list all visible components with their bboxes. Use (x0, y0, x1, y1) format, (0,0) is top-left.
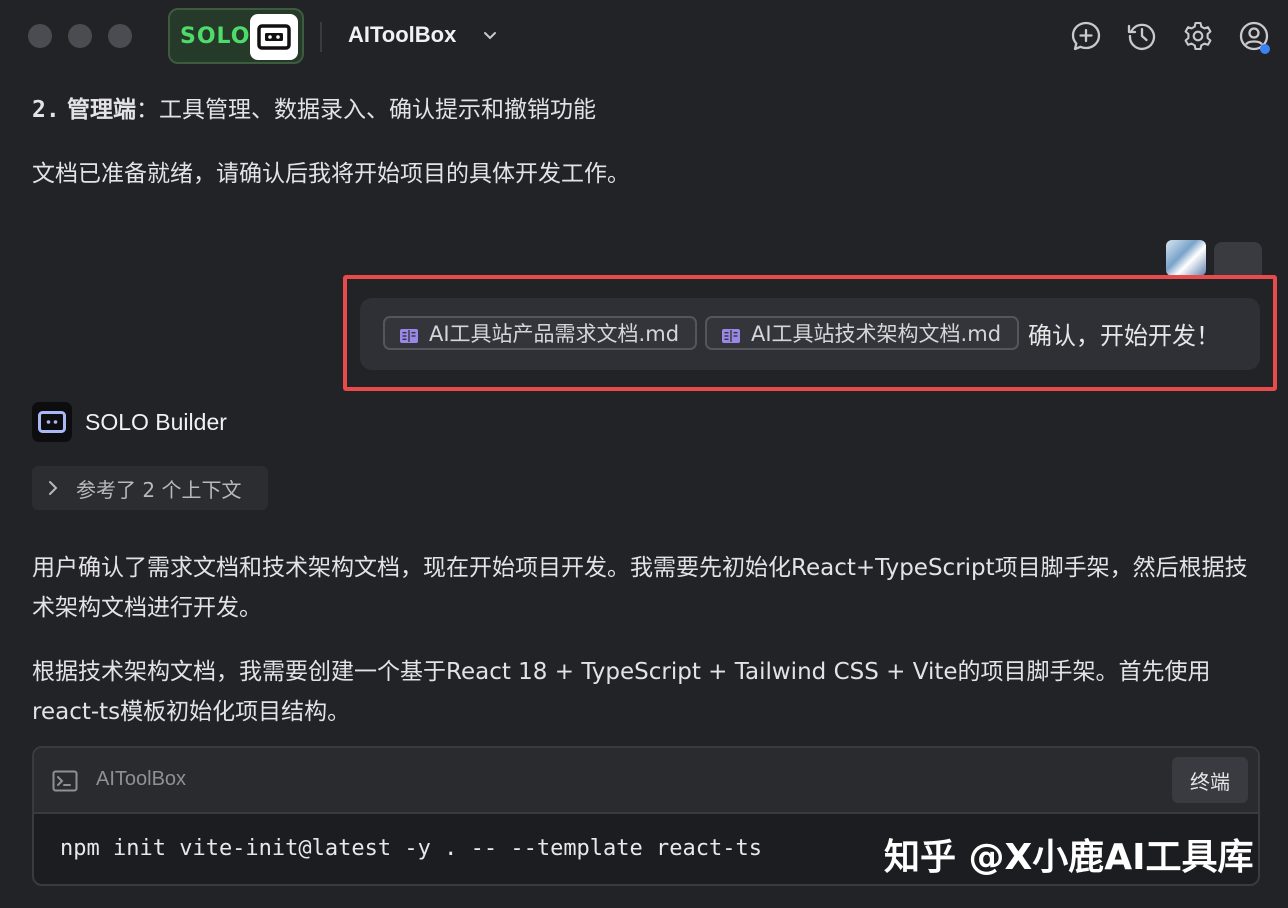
chevron-right-icon (49, 481, 58, 495)
assistant-name: SOLO Builder (85, 408, 227, 435)
document-icon (721, 325, 741, 343)
list-item-number: 2. (32, 97, 60, 123)
solo-logo-icon (250, 14, 298, 60)
file-chip-label: AI工具站产品需求文档.md (429, 322, 680, 346)
context-toggle[interactable]: 参考了 2 个上下文 (32, 466, 268, 510)
file-chip[interactable]: AI工具站技术架构文档.md (705, 316, 1019, 350)
solo-badge-label: SOLO (180, 23, 251, 49)
terminal-command: npm init vite-init@latest -y . -- --temp… (60, 836, 762, 861)
file-chip[interactable]: AI工具站产品需求文档.md (383, 316, 697, 350)
list-item-heading: 管理端 (67, 97, 137, 123)
new-chat-icon[interactable] (1068, 18, 1104, 54)
file-chip-label: AI工具站技术架构文档.md (751, 322, 1002, 346)
history-icon[interactable] (1124, 18, 1160, 54)
document-icon (399, 325, 419, 343)
context-label: 参考了 2 个上下文 (76, 477, 242, 502)
gear-icon[interactable] (1180, 18, 1216, 54)
ready-message: 文档已准备就绪，请确认后我将开始项目的具体开发工作。 (32, 161, 630, 187)
assistant-header: SOLO Builder (32, 402, 227, 442)
account-icon[interactable] (1236, 18, 1272, 54)
solo-mode-badge[interactable]: SOLO (168, 8, 304, 64)
window-minimize-button[interactable] (68, 24, 92, 48)
terminal-header: AIToolBox 终端 (34, 748, 1258, 814)
notification-dot (1260, 44, 1270, 54)
project-name[interactable]: AIToolBox (348, 22, 456, 48)
title-divider (320, 22, 322, 52)
user-message-bubble: AI工具站产品需求文档.md AI工具站技术架构文档.md 确认，开始开发！ (360, 298, 1260, 370)
user-avatar-row (1166, 240, 1262, 276)
window-zoom-button[interactable] (108, 24, 132, 48)
assistant-reasoning: 根据技术架构文档，我需要创建一个基于React 18 + TypeScript … (32, 659, 1211, 725)
open-terminal-button[interactable]: 终端 (1172, 757, 1248, 803)
list-item: 2. 管理端：工具管理、数据录入、确认提示和撤销功能 (32, 90, 596, 130)
builder-logo-icon (32, 402, 72, 442)
window-close-button[interactable] (28, 24, 52, 48)
avatar (1166, 240, 1206, 276)
copy-icon[interactable] (1214, 242, 1262, 276)
chevron-down-icon[interactable] (480, 26, 500, 50)
list-item-text: ：工具管理、数据录入、确认提示和撤销功能 (136, 97, 597, 123)
user-message-text: 确认，开始开发！ (1028, 322, 1220, 350)
terminal-title: AIToolBox (96, 768, 187, 790)
assistant-reasoning: 用户确认了需求文档和技术架构文档，现在开始项目开发。我需要先初始化React+T… (32, 555, 1248, 621)
title-bar: SOLO AIToolBox (0, 0, 1288, 72)
watermark: 知乎 @X小鹿AI工具库 (884, 837, 1254, 878)
terminal-icon (52, 770, 78, 796)
